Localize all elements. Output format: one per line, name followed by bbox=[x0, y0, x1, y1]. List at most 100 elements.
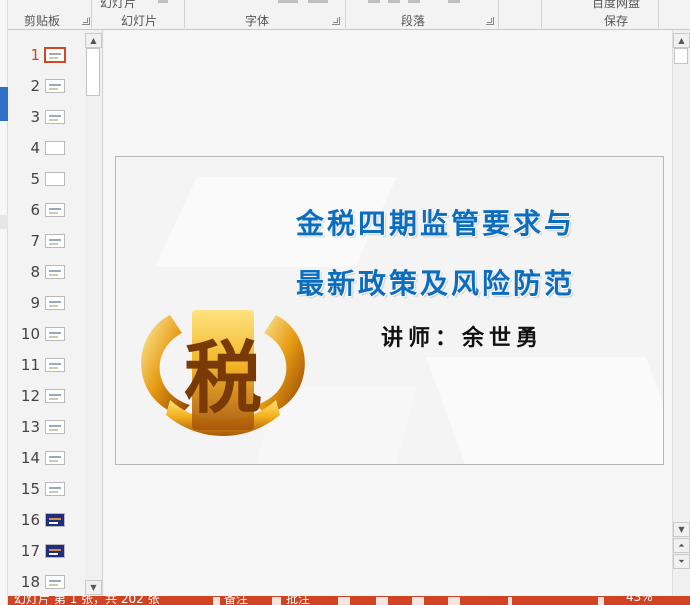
slide-thumbnail[interactable]: 11 bbox=[8, 349, 86, 380]
zoom-out-icon[interactable] bbox=[508, 597, 512, 605]
slide-thumbnail-image[interactable] bbox=[45, 296, 65, 310]
slide-title-line-2[interactable]: 最新政策及风险防范 bbox=[296, 262, 636, 302]
thumbnail-content bbox=[49, 243, 58, 245]
slide-thumbnail[interactable]: 16 bbox=[8, 504, 86, 535]
slide-thumbnail[interactable]: 10 bbox=[8, 318, 86, 349]
thumbnail-content bbox=[49, 274, 58, 276]
thumbnail-content bbox=[49, 367, 58, 369]
group-paragraph-label: 段落 bbox=[401, 14, 426, 28]
thumbnail-content bbox=[49, 553, 58, 555]
group-divider bbox=[184, 0, 185, 28]
thumbnail-content bbox=[49, 336, 58, 338]
scroll-down-button[interactable]: ▼ bbox=[673, 522, 690, 537]
slide-thumbnail-image[interactable] bbox=[45, 141, 65, 155]
thumbnail-content bbox=[49, 460, 58, 462]
slide-thumbnail[interactable]: 9 bbox=[8, 287, 86, 318]
font-shrink-icon[interactable] bbox=[278, 0, 298, 3]
slide-thumbnail[interactable]: 1 bbox=[8, 39, 86, 70]
slide-thumbnail-image[interactable] bbox=[45, 575, 65, 589]
slide-thumbnail[interactable]: 13 bbox=[8, 411, 86, 442]
layout-icon[interactable] bbox=[158, 0, 168, 3]
slide-thumbnail-number: 18 bbox=[20, 573, 40, 591]
ribbon-baidu-label[interactable]: 百度网盘 bbox=[592, 0, 640, 11]
notes-button[interactable]: 备注 bbox=[224, 596, 248, 605]
slide-speaker[interactable]: 讲师：余世勇 bbox=[381, 320, 543, 352]
previous-slide-button[interactable]: ⏶ bbox=[673, 538, 690, 553]
slide-thumbnail[interactable]: 18 bbox=[8, 566, 86, 597]
thumbnail-content bbox=[49, 522, 58, 524]
group-slides-label: 幻灯片 bbox=[121, 14, 158, 28]
scroll-thumb[interactable] bbox=[674, 48, 688, 64]
scroll-up-button[interactable]: ▲ bbox=[85, 33, 102, 48]
group-save-label: 保存 bbox=[604, 14, 629, 28]
scroll-thumb[interactable] bbox=[86, 48, 100, 96]
slide-thumbnail-image[interactable] bbox=[45, 389, 65, 403]
editor-scrollbar[interactable]: ▲ ▼ ⏶ ⏷ bbox=[672, 30, 690, 596]
slide-thumbnail[interactable]: 12 bbox=[8, 380, 86, 411]
slide-thumbnail-image[interactable] bbox=[45, 544, 65, 558]
thumbnail-content bbox=[49, 301, 61, 303]
slide-thumbnail[interactable]: 14 bbox=[8, 442, 86, 473]
slide-thumbnail-image[interactable] bbox=[45, 513, 65, 527]
zoom-level[interactable]: 43% bbox=[626, 596, 653, 604]
clear-format-icon[interactable] bbox=[308, 0, 328, 3]
thumbnail-scrollbar[interactable]: ▲ ▼ bbox=[85, 30, 102, 596]
thumbnail-content bbox=[49, 425, 61, 427]
comments-button[interactable]: 批注 bbox=[286, 596, 310, 605]
slide-thumbnail-image[interactable] bbox=[45, 110, 65, 124]
thumbnail-content bbox=[49, 305, 58, 307]
slide-thumbnail[interactable]: 2 bbox=[8, 70, 86, 101]
font-launcher-icon[interactable] bbox=[332, 17, 340, 25]
paragraph-launcher-icon[interactable] bbox=[486, 17, 494, 25]
slide-thumbnail-image[interactable] bbox=[45, 420, 65, 434]
tax-emblem-logo[interactable]: 税 bbox=[130, 305, 316, 440]
slide-thumbnail-image[interactable] bbox=[44, 47, 66, 63]
slide-thumbnail-number: 10 bbox=[20, 325, 40, 343]
slide-thumbnail-image[interactable] bbox=[45, 203, 65, 217]
slide-thumbnail-image[interactable] bbox=[45, 79, 65, 93]
group-divider bbox=[498, 0, 499, 28]
slide-thumbnail[interactable]: 5 bbox=[8, 163, 86, 194]
thumbnail-content bbox=[49, 84, 61, 86]
align-right-icon[interactable] bbox=[408, 0, 420, 3]
slide-thumbnail-number: 3 bbox=[30, 108, 40, 126]
thumbnail-content bbox=[49, 491, 58, 493]
slide-thumbnail[interactable]: 6 bbox=[8, 194, 86, 225]
slide-thumbnail-image[interactable] bbox=[45, 358, 65, 372]
group-font-label: 字体 bbox=[245, 14, 270, 28]
slide-thumbnail[interactable]: 3 bbox=[8, 101, 86, 132]
slide-thumbnail-image[interactable] bbox=[45, 172, 65, 186]
slideshow-icon[interactable] bbox=[448, 597, 460, 605]
slide-thumbnail-image[interactable] bbox=[45, 234, 65, 248]
slide-thumbnail[interactable]: 7 bbox=[8, 225, 86, 256]
align-left-icon[interactable] bbox=[368, 0, 380, 3]
scroll-up-button[interactable]: ▲ bbox=[673, 33, 690, 48]
reading-view-icon[interactable] bbox=[412, 597, 424, 605]
slide-thumbnail[interactable]: 8 bbox=[8, 256, 86, 287]
justify-icon[interactable] bbox=[448, 0, 460, 3]
slide-thumbnail[interactable]: 15 bbox=[8, 473, 86, 504]
zoom-in-icon[interactable] bbox=[598, 597, 604, 605]
slide-canvas[interactable]: 金税四期监管要求与 最新政策及风险防范 讲师：余世勇 税 bbox=[115, 156, 664, 465]
comments-icon[interactable] bbox=[272, 597, 281, 605]
notes-icon[interactable] bbox=[213, 597, 220, 605]
slide-title-line-1[interactable]: 金税四期监管要求与 bbox=[296, 202, 636, 242]
scroll-down-button[interactable]: ▼ bbox=[85, 580, 102, 595]
slide-thumbnail[interactable]: 4 bbox=[8, 132, 86, 163]
thumbnail-content bbox=[49, 53, 61, 55]
slide-thumbnail[interactable]: 17 bbox=[8, 535, 86, 566]
slide-thumbnail-image[interactable] bbox=[45, 451, 65, 465]
next-slide-button[interactable]: ⏷ bbox=[673, 554, 690, 569]
align-center-icon[interactable] bbox=[388, 0, 400, 3]
thumbnail-content bbox=[49, 580, 61, 582]
clipboard-launcher-icon[interactable] bbox=[82, 17, 90, 25]
slide-sorter-icon[interactable] bbox=[376, 597, 388, 605]
slide-thumbnail-number: 6 bbox=[30, 201, 40, 219]
ribbon-new-slide-label[interactable]: 幻灯片 bbox=[100, 0, 136, 11]
emblem-right-ring bbox=[256, 315, 305, 415]
normal-view-icon[interactable] bbox=[338, 597, 350, 605]
slide-thumbnail-image[interactable] bbox=[45, 482, 65, 496]
slide-thumbnail-image[interactable] bbox=[45, 327, 65, 341]
slide-thumbnail-image[interactable] bbox=[45, 265, 65, 279]
thumbnail-content bbox=[49, 398, 58, 400]
